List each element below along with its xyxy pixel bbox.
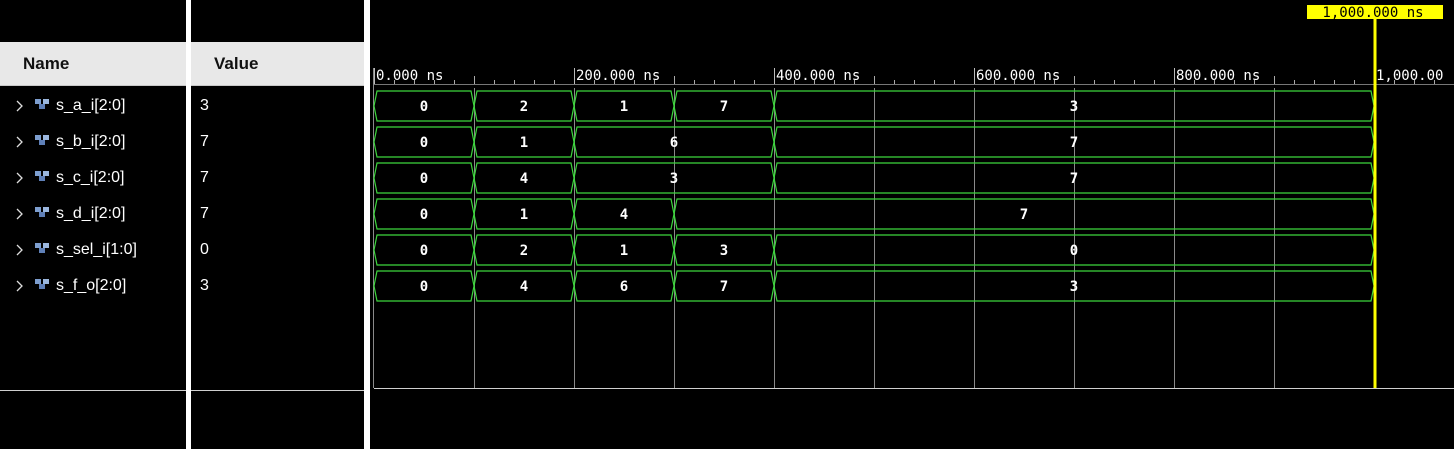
signal-name: s_sel_i[1:0]	[56, 241, 137, 258]
bus-signal-icon	[35, 135, 49, 145]
waveform-value-label: 7	[1070, 135, 1078, 151]
waveform-value-label: 2	[520, 99, 528, 115]
ruler-label: 400.000 ns	[776, 68, 860, 84]
waveform-value-label: 3	[1070, 279, 1078, 295]
signal-name: s_b_i[2:0]	[56, 133, 126, 150]
waveform-value-label: 1	[620, 99, 628, 115]
waveform-value-label: 0	[420, 135, 428, 151]
ruler-label: 0.000 ns	[376, 68, 443, 84]
signal-name: s_d_i[2:0]	[56, 205, 126, 222]
waveform-value-label: 4	[520, 171, 528, 187]
signal-row[interactable]: s_sel_i[1:0]	[0, 232, 186, 268]
chevron-right-icon[interactable]	[14, 160, 26, 196]
bus-signal-icon	[35, 207, 49, 217]
value-pane-divider	[191, 390, 364, 391]
bus-signal-icon	[35, 279, 49, 289]
column-splitter-name-value[interactable]	[186, 0, 191, 449]
signal-value: 0	[200, 241, 209, 258]
signal-name: s_f_o[2:0]	[56, 277, 127, 294]
chevron-right-icon[interactable]	[14, 232, 26, 268]
bus-signal-icon	[35, 171, 49, 181]
waveform-value-label: 6	[670, 135, 678, 151]
value-column-header[interactable]: Value	[191, 42, 364, 86]
signal-value: 7	[200, 169, 209, 186]
waveform-value-label: 3	[670, 171, 678, 187]
name-header-label: Name	[23, 54, 70, 73]
waveform-value-label: 0	[420, 243, 428, 259]
signal-name: s_c_i[2:0]	[56, 169, 125, 186]
signal-value: 7	[200, 133, 209, 150]
bus-signal-icon	[35, 243, 49, 253]
signal-row[interactable]: s_b_i[2:0]	[0, 124, 186, 160]
waveform-value-label: 0	[420, 279, 428, 295]
waveform-value-label: 7	[1020, 207, 1028, 223]
waveform-value-label: 4	[520, 279, 528, 295]
waveform-value-label: 2	[520, 243, 528, 259]
name-column-header[interactable]: Name	[0, 42, 186, 86]
bus-signal-icon	[35, 99, 49, 109]
waveform-value-label: 7	[720, 279, 728, 295]
chevron-right-icon[interactable]	[14, 268, 26, 304]
waveform-value-label: 7	[720, 99, 728, 115]
waveform-value-label: 1	[520, 135, 528, 151]
signal-name: s_a_i[2:0]	[56, 97, 126, 114]
chevron-right-icon[interactable]	[14, 196, 26, 232]
waveform-value-label: 0	[420, 207, 428, 223]
waveform-value-label: 0	[420, 99, 428, 115]
waveform-value-label: 1	[520, 207, 528, 223]
waveform-value-label: 4	[620, 207, 628, 223]
waveform-value-label: 7	[1070, 171, 1078, 187]
ruler-label: 600.000 ns	[976, 68, 1060, 84]
signal-value: 7	[200, 205, 209, 222]
signal-row[interactable]: s_d_i[2:0]	[0, 196, 186, 232]
name-pane-divider	[0, 390, 186, 391]
chevron-right-icon[interactable]	[14, 88, 26, 124]
waveform-value-label: 6	[620, 279, 628, 295]
time-cursor-label: 1,000.000 ns	[1322, 5, 1423, 21]
ruler-label: 1,000.00	[1376, 68, 1443, 84]
value-header-label: Value	[214, 54, 259, 73]
waveform-value-label: 3	[720, 243, 728, 259]
waveform-value-label: 1	[620, 243, 628, 259]
waveform-value-label: 0	[1070, 243, 1078, 259]
waveform-value-label: 0	[420, 171, 428, 187]
signal-row[interactable]: s_f_o[2:0]	[0, 268, 186, 304]
waveform-canvas[interactable]: 0.000 ns 200.000 ns 400.000 ns 600.000 ns 80…	[370, 0, 1454, 449]
chevron-right-icon[interactable]	[14, 124, 26, 160]
signal-value: 3	[200, 97, 209, 114]
signal-row[interactable]: s_c_i[2:0]	[0, 160, 186, 196]
ruler-label: 200.000 ns	[576, 68, 660, 84]
ruler-label: 800.000 ns	[1176, 68, 1260, 84]
signal-value: 3	[200, 277, 209, 294]
signal-row[interactable]: s_a_i[2:0]	[0, 88, 186, 124]
waveform-value-label: 3	[1070, 99, 1078, 115]
